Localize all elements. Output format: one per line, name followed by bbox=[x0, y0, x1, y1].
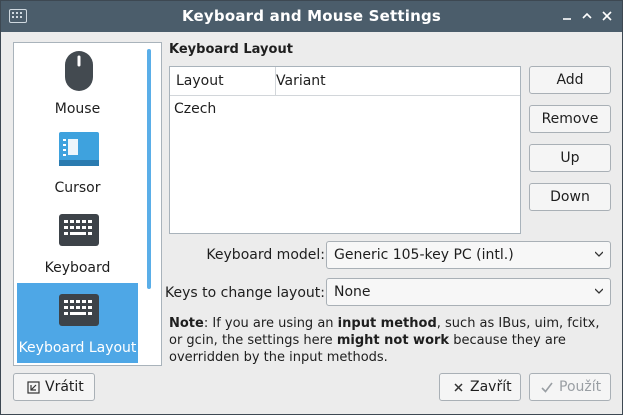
close-button[interactable]: Zavřít bbox=[439, 373, 521, 401]
maximize-icon[interactable] bbox=[578, 7, 596, 25]
sidebar-item-label: Cursor bbox=[54, 180, 101, 196]
change-layout-keys-label: Keys to change layout: bbox=[164, 285, 325, 301]
up-button[interactable]: Up bbox=[529, 144, 611, 172]
close-icon bbox=[454, 383, 463, 392]
checkmark-icon bbox=[541, 382, 553, 393]
remove-button[interactable]: Remove bbox=[529, 105, 611, 133]
sidebar-item-label: Keyboard Layout bbox=[18, 340, 137, 356]
apply-button[interactable]: Použít bbox=[529, 373, 611, 401]
mouse-icon bbox=[65, 51, 93, 91]
sidebar-item-keyboard-layout[interactable]: Keyboard Layout bbox=[17, 283, 138, 363]
add-button[interactable]: Add bbox=[529, 66, 611, 94]
close-label: Zavřít bbox=[470, 379, 512, 395]
sidebar-item-cursor[interactable]: Cursor bbox=[17, 123, 138, 203]
revert-label: Vrátit bbox=[45, 379, 84, 395]
close-icon[interactable] bbox=[598, 7, 616, 25]
column-header-variant[interactable]: Variant bbox=[270, 67, 520, 96]
change-layout-keys-value: None bbox=[334, 284, 371, 300]
category-sidebar: Mouse Cursor Keyboard Keyboard Layout bbox=[13, 42, 162, 366]
section-title: Keyboard Layout bbox=[169, 42, 293, 57]
settings-window: Keyboard and Mouse Settings Mouse Cursor… bbox=[0, 0, 623, 415]
column-header-layout[interactable]: Layout bbox=[170, 67, 276, 96]
sidebar-item-label: Keyboard bbox=[44, 260, 111, 276]
keyboard-layout-icon bbox=[59, 294, 99, 326]
sidebar-item-keyboard[interactable]: Keyboard bbox=[17, 203, 138, 283]
keyboard-icon bbox=[59, 214, 99, 246]
keyboard-model-label: Keyboard model: bbox=[206, 247, 325, 263]
table-row[interactable]: Czech bbox=[174, 101, 216, 117]
sidebar-item-label: Mouse bbox=[54, 101, 101, 117]
revert-button[interactable]: Vrátit bbox=[13, 373, 95, 401]
chevron-down-icon bbox=[595, 251, 603, 257]
title-bar[interactable]: Keyboard and Mouse Settings bbox=[1, 1, 622, 32]
keyboard-model-select[interactable]: Generic 105-key PC (intl.) bbox=[326, 241, 611, 269]
chevron-down-icon bbox=[595, 288, 603, 294]
window-title: Keyboard and Mouse Settings bbox=[181, 7, 442, 25]
minimize-icon[interactable] bbox=[558, 7, 576, 25]
window-content: Mouse Cursor Keyboard Keyboard Layout Ke… bbox=[1, 32, 622, 414]
sidebar-item-mouse[interactable]: Mouse bbox=[17, 43, 138, 123]
cursor-icon bbox=[59, 132, 99, 166]
apply-label: Použít bbox=[559, 379, 602, 395]
input-method-note: Note: If you are using an input method, … bbox=[169, 316, 600, 365]
layout-table[interactable]: Layout Variant Czech bbox=[169, 66, 521, 234]
sidebar-scrollbar[interactable] bbox=[147, 49, 151, 289]
keyboard-model-value: Generic 105-key PC (intl.) bbox=[334, 247, 514, 263]
revert-icon bbox=[27, 381, 40, 394]
change-layout-keys-select[interactable]: None bbox=[326, 278, 611, 306]
down-button[interactable]: Down bbox=[529, 183, 611, 211]
